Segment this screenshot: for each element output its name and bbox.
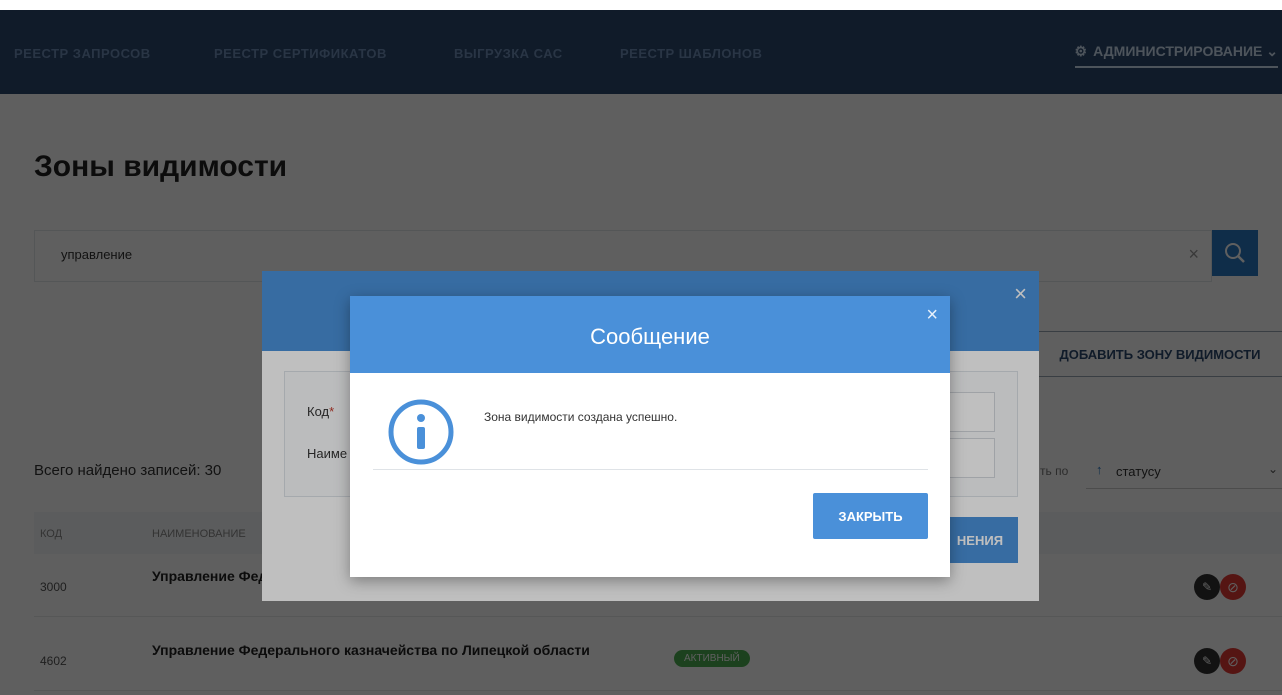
message-modal-title: Сообщение <box>590 324 710 349</box>
close-icon[interactable]: × <box>926 304 938 327</box>
message-modal: Сообщение × Зона видимости создана успеш… <box>350 296 950 577</box>
message-modal-header: Сообщение × <box>350 296 950 373</box>
top-strip <box>0 0 1282 10</box>
divider <box>373 469 928 470</box>
close-button[interactable]: ЗАКРЫТЬ <box>813 493 928 539</box>
message-text: Зона видимости создана успешно. <box>484 410 678 424</box>
info-icon <box>388 399 454 465</box>
